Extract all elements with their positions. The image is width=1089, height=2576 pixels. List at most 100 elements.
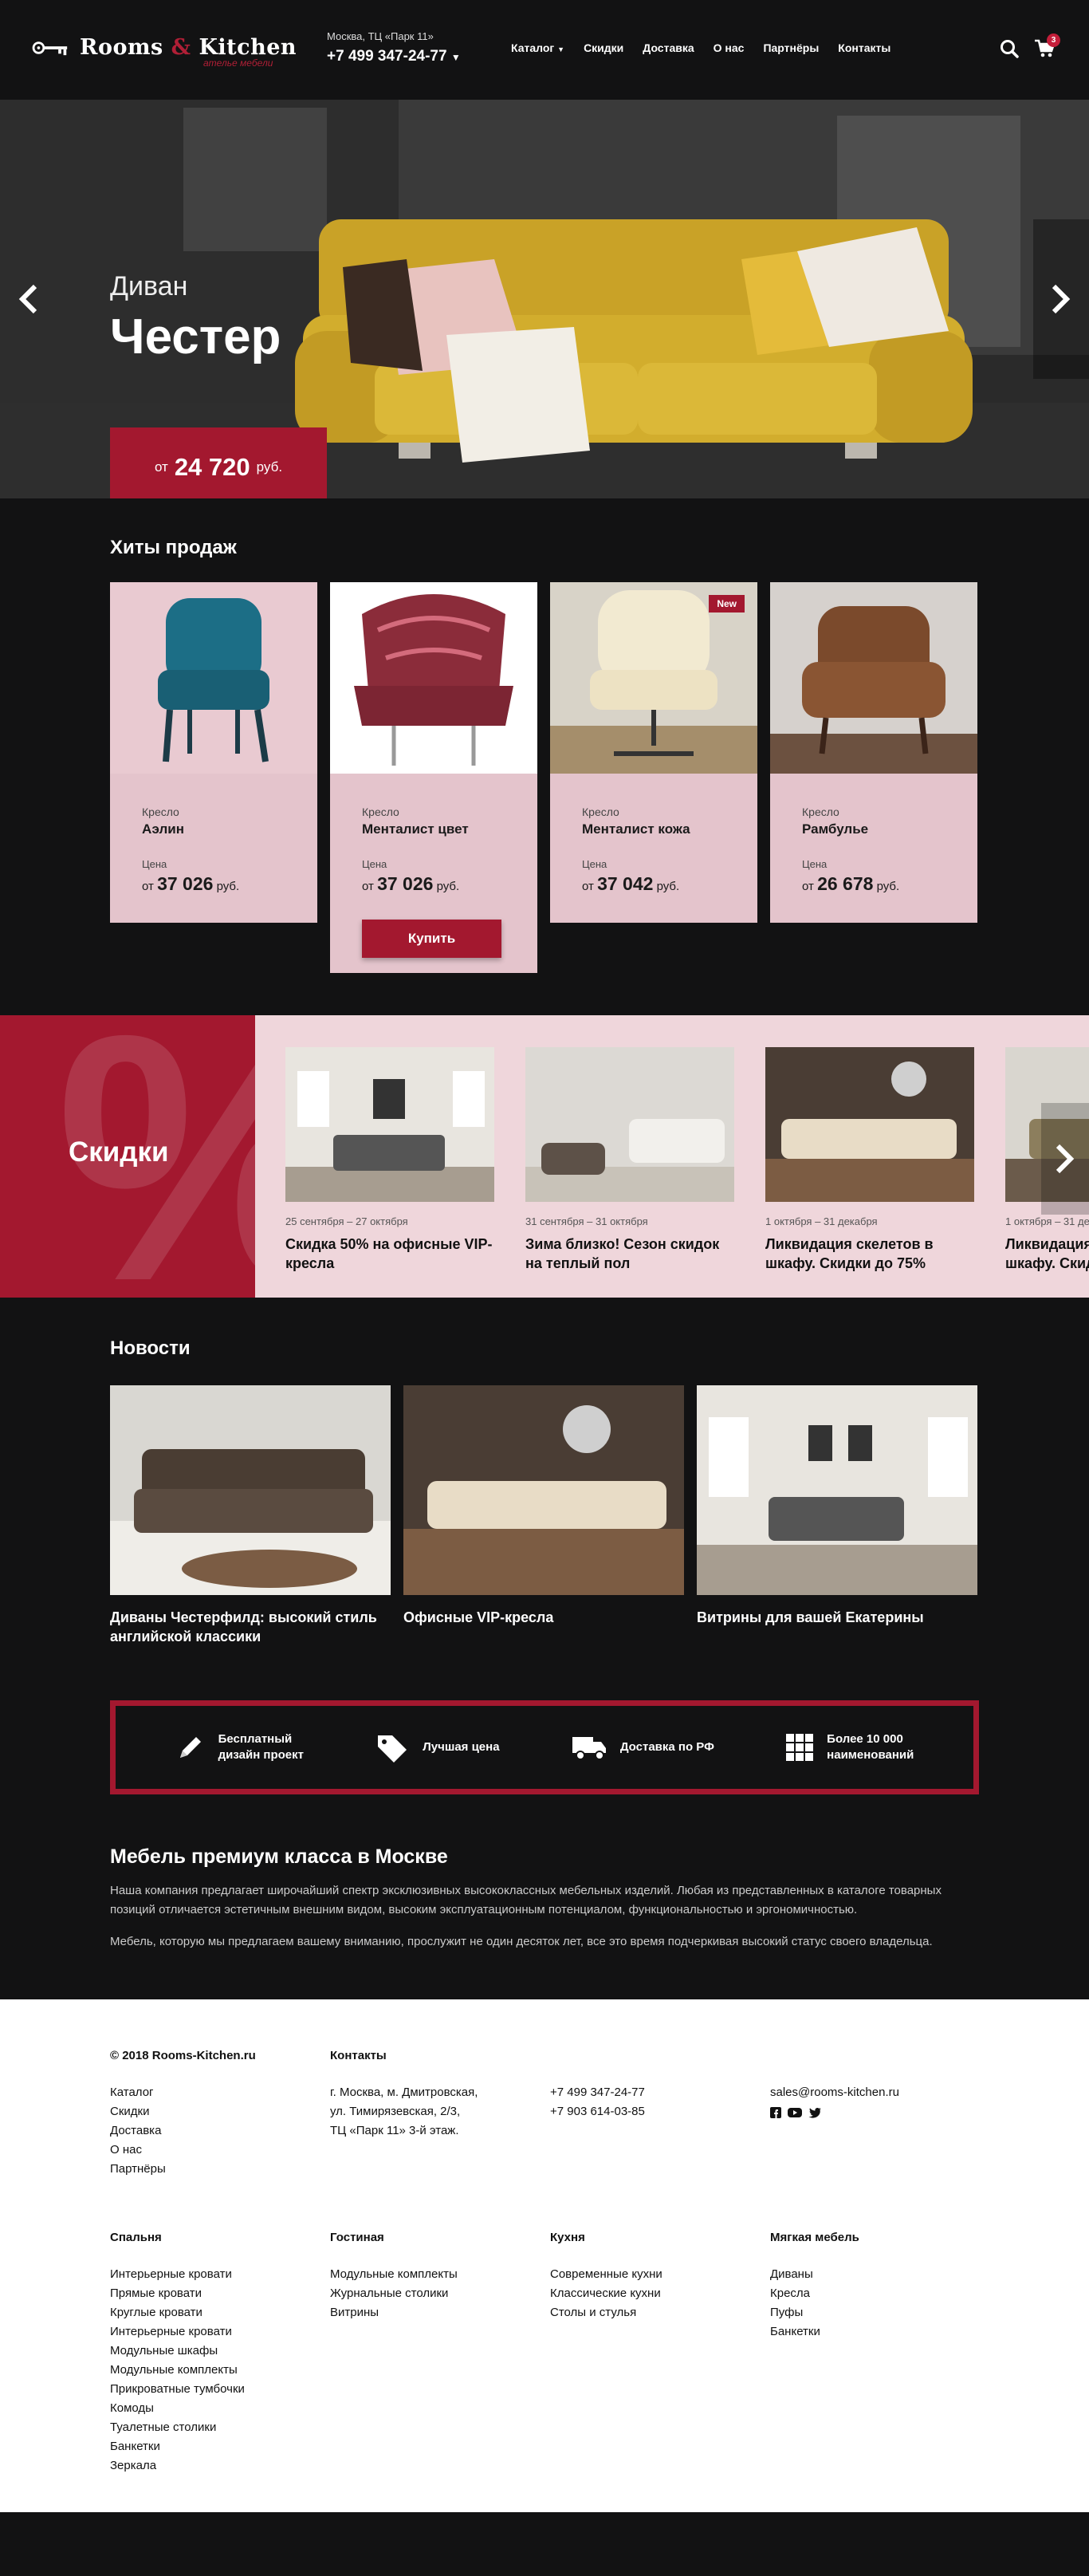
product-name: Рамбулье: [802, 821, 869, 837]
cart-count-badge: 3: [1047, 33, 1060, 47]
key-icon: [32, 41, 68, 55]
feature-design: Бесплатный дизайн проект: [175, 1731, 304, 1763]
footer-link[interactable]: Каталог: [110, 2083, 256, 2102]
section-title: Хиты продаж: [110, 537, 237, 558]
buy-button[interactable]: Купить: [362, 920, 501, 958]
nav-item-about[interactable]: О нас: [714, 41, 745, 54]
nav-item-sales[interactable]: Скидки: [584, 41, 623, 54]
product-image: [110, 582, 317, 774]
youtube-icon[interactable]: [788, 2107, 802, 2118]
footer-phone[interactable]: +7 903 614-03-85: [550, 2102, 645, 2121]
feature-range: Более 10 000 наименований: [785, 1731, 914, 1763]
section-title: Новости: [110, 1337, 191, 1359]
product-card[interactable]: Кресло Менталист цвет Цена от 37 026 руб…: [330, 582, 537, 973]
footer-link[interactable]: Классические кухни: [550, 2284, 662, 2303]
footer-link[interactable]: Партнёры: [110, 2160, 256, 2179]
footer-link[interactable]: Туалетные столики: [110, 2418, 245, 2437]
social-links: [770, 2107, 899, 2118]
about-section: Мебель премиум класса в Москве Наша комп…: [0, 1794, 1089, 1999]
footer-link[interactable]: Столы и стулья: [550, 2303, 662, 2322]
search-icon[interactable]: [999, 38, 1020, 59]
footer-link[interactable]: Диваны: [770, 2265, 859, 2284]
footer-link[interactable]: Интерьерные кровати: [110, 2322, 245, 2342]
footer-link[interactable]: Модульные комплекты: [110, 2361, 245, 2380]
product-price: от 37 026 руб.: [142, 873, 240, 894]
discount-image: [285, 1047, 494, 1202]
footer-link[interactable]: Прикроватные тумбочки: [110, 2380, 245, 2399]
discount-image: [765, 1047, 974, 1202]
section-title: Скидки: [69, 1136, 169, 1168]
product-kind: Кресло: [142, 805, 179, 818]
footer-link[interactable]: Интерьерные кровати: [110, 2265, 245, 2284]
hero-next-button[interactable]: [1033, 219, 1089, 379]
footer-link[interactable]: Банкетки: [110, 2437, 245, 2456]
news-item[interactable]: Офисные VIP-кресла: [403, 1385, 684, 1646]
product-card[interactable]: Кресло Аэлин Цена от 37 026 руб.: [110, 582, 317, 923]
price-label: Цена: [362, 858, 387, 870]
footer-link[interactable]: Банкетки: [770, 2322, 859, 2342]
header-phone[interactable]: +7 499 347-24-77 ▼: [327, 48, 461, 65]
footer-link[interactable]: Доставка: [110, 2121, 256, 2141]
news-item[interactable]: Витрины для вашей Екатерины: [697, 1385, 977, 1646]
price-prefix: от: [154, 459, 168, 475]
footer-col-soft: Мягкая мебель Диваны Кресла Пуфы Банкетк…: [770, 2231, 859, 2342]
footer-link[interactable]: О нас: [110, 2141, 256, 2160]
product-price: от 37 026 руб.: [362, 873, 460, 894]
hero-price-button[interactable]: от 24 720 руб.: [110, 427, 327, 498]
footer-link[interactable]: Скидки: [110, 2102, 256, 2121]
footer-link[interactable]: Журнальные столики: [330, 2284, 458, 2303]
discount-image: [525, 1047, 734, 1202]
feature-line: дизайн проект: [218, 1748, 304, 1762]
footer-link[interactable]: Круглые кровати: [110, 2303, 245, 2322]
discount-item[interactable]: 25 сентября – 27 октября Скидка 50% на о…: [285, 1047, 494, 1273]
footer-col-contacts: Контакты г. Москва, м. Дмитровская, ул. …: [330, 2049, 478, 2141]
footer-link[interactable]: Модульные шкафы: [110, 2342, 245, 2361]
footer-col-email: sales@rooms-kitchen.ru: [770, 2049, 899, 2118]
discount-item[interactable]: 1 октября – 31 декабря Ликвидация скелет…: [765, 1047, 974, 1273]
product-card[interactable]: Кресло Рамбулье Цена от 26 678 руб.: [770, 582, 977, 923]
nav-item-contacts[interactable]: Контакты: [838, 41, 890, 54]
twitter-icon[interactable]: [808, 2107, 821, 2118]
nav-item-delivery[interactable]: Доставка: [643, 41, 694, 54]
price-label: Цена: [582, 858, 607, 870]
news-image: [110, 1385, 391, 1595]
discounts-header-block: % Скидки: [0, 1015, 255, 1298]
hero-prev-button[interactable]: [0, 219, 56, 379]
feature-line: Доставка по РФ: [619, 1740, 714, 1754]
contacts-title: Контакты: [330, 2049, 387, 2062]
discounts-section: % Скидки 25 сентября – 27 октября Скидка…: [0, 1015, 1089, 1298]
footer-link[interactable]: Зеркала: [110, 2456, 245, 2476]
nav-item-partners[interactable]: Партнёры: [763, 41, 819, 54]
chevron-right-icon: [1052, 284, 1071, 314]
footer-phone[interactable]: +7 499 347-24-77: [550, 2083, 645, 2102]
cart-button[interactable]: 3: [1034, 33, 1060, 59]
footer-link[interactable]: Пуфы: [770, 2303, 859, 2322]
discount-date: 1 октября – 31 декабря: [1005, 1215, 1089, 1227]
product-name: Менталист кожа: [582, 821, 690, 837]
category-title: Мягкая мебель: [770, 2231, 859, 2244]
discounts-next-button[interactable]: [1041, 1103, 1089, 1215]
footer-col-phones: +7 499 347-24-77 +7 903 614-03-85: [550, 2049, 645, 2121]
footer-link[interactable]: Витрины: [330, 2303, 458, 2322]
facebook-icon[interactable]: [770, 2107, 781, 2118]
news-title: Витрины для вашей Екатерины: [697, 1609, 924, 1625]
product-card[interactable]: New Кресло Менталист кожа Цена от 37 042…: [550, 582, 757, 923]
footer-col-kitchen: Кухня Современные кухни Классические кух…: [550, 2231, 662, 2322]
feature-delivery: Доставка по РФ: [571, 1734, 714, 1761]
news-item[interactable]: Диваны Честерфилд: высокий стиль английс…: [110, 1385, 391, 1646]
footer-email[interactable]: sales@rooms-kitchen.ru: [770, 2083, 899, 2102]
about-title: Мебель премиум класса в Москве: [110, 1845, 448, 1868]
discount-title: Зима близко! Сезон скидок на теплый пол: [525, 1236, 720, 1271]
footer-link[interactable]: Модульные комплекты: [330, 2265, 458, 2284]
truck-icon: [572, 1737, 606, 1760]
logo[interactable]: Rooms & Kitchen: [30, 35, 297, 60]
product-image: [330, 582, 537, 774]
footer-link[interactable]: Современные кухни: [550, 2265, 662, 2284]
nav-item-catalog[interactable]: Каталог ▼: [511, 41, 564, 54]
discount-item[interactable]: 31 сентября – 31 октября Зима близко! Се…: [525, 1047, 734, 1273]
discount-date: 1 октября – 31 декабря: [765, 1215, 878, 1227]
footer-link[interactable]: Прямые кровати: [110, 2284, 245, 2303]
footer-link[interactable]: Комоды: [110, 2399, 245, 2418]
footer-link[interactable]: Кресла: [770, 2284, 859, 2303]
about-paragraph: Мебель, которую мы предлагаем вашему вни…: [110, 1935, 933, 1948]
